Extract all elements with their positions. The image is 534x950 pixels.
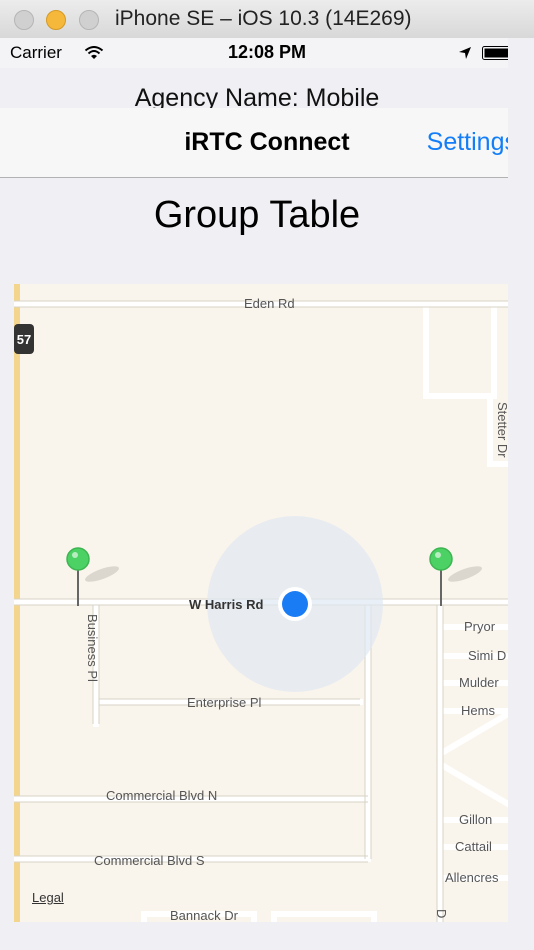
window-title: iPhone SE – iOS 10.3 (14E269) xyxy=(115,7,412,30)
street-label-hems: Hems xyxy=(461,703,495,718)
street-label-commercial-s: Commercial Blvd S xyxy=(94,853,205,868)
street-label-gillon: Gillon xyxy=(459,812,492,827)
street-label-eden: Eden Rd xyxy=(244,296,295,311)
map-view[interactable]: Eden Rd W Harris Rd Business Pl Enterpri… xyxy=(14,284,508,922)
status-bar: Carrier 12:08 PM xyxy=(0,38,534,68)
status-time: 12:08 PM xyxy=(227,42,307,62)
zoom-window-button[interactable] xyxy=(79,10,99,30)
pin-left[interactable] xyxy=(66,547,90,571)
location-arrow-icon xyxy=(459,47,471,59)
page-title: Group Table xyxy=(153,194,361,236)
simulator-frame-edge xyxy=(508,38,534,950)
street-label-commercial-n: Commercial Blvd N xyxy=(106,788,217,803)
diagonal-streets xyxy=(435,710,508,808)
user-location-dot[interactable] xyxy=(282,591,308,617)
street-label-bannack: Bannack Dr xyxy=(170,908,239,922)
street-label-allencrest: Allencres xyxy=(445,870,499,885)
settings-button[interactable]: Settings xyxy=(427,128,517,157)
minimize-window-button[interactable] xyxy=(46,10,66,30)
window-titlebar: iPhone SE – iOS 10.3 (14E269) xyxy=(0,0,534,39)
side-streets xyxy=(437,624,508,714)
street-label-stetter: Stetter Dr xyxy=(495,402,508,458)
highway-shield-icon: 57 xyxy=(14,324,34,354)
street-label-simi: Simi D xyxy=(468,648,506,663)
street-label-business: Business Pl xyxy=(85,614,100,682)
street-label-harris: W Harris Rd xyxy=(189,597,263,612)
map-roads: Eden Rd W Harris Rd Business Pl Enterpri… xyxy=(14,284,508,922)
close-window-button[interactable] xyxy=(14,10,34,30)
street-label-pryor: Pryor xyxy=(464,619,496,634)
street-label-d: D xyxy=(434,909,449,918)
upper-right-loop xyxy=(423,301,497,399)
street-label-mulder: Mulder xyxy=(459,675,499,690)
street-label-cattail: Cattail xyxy=(455,839,492,854)
navigation-bar: iRTC Connect Settings xyxy=(0,108,534,178)
street-label-enterprise: Enterprise Pl xyxy=(187,695,262,710)
pin-right[interactable] xyxy=(429,547,453,571)
map-legal-link[interactable]: Legal xyxy=(32,890,64,905)
